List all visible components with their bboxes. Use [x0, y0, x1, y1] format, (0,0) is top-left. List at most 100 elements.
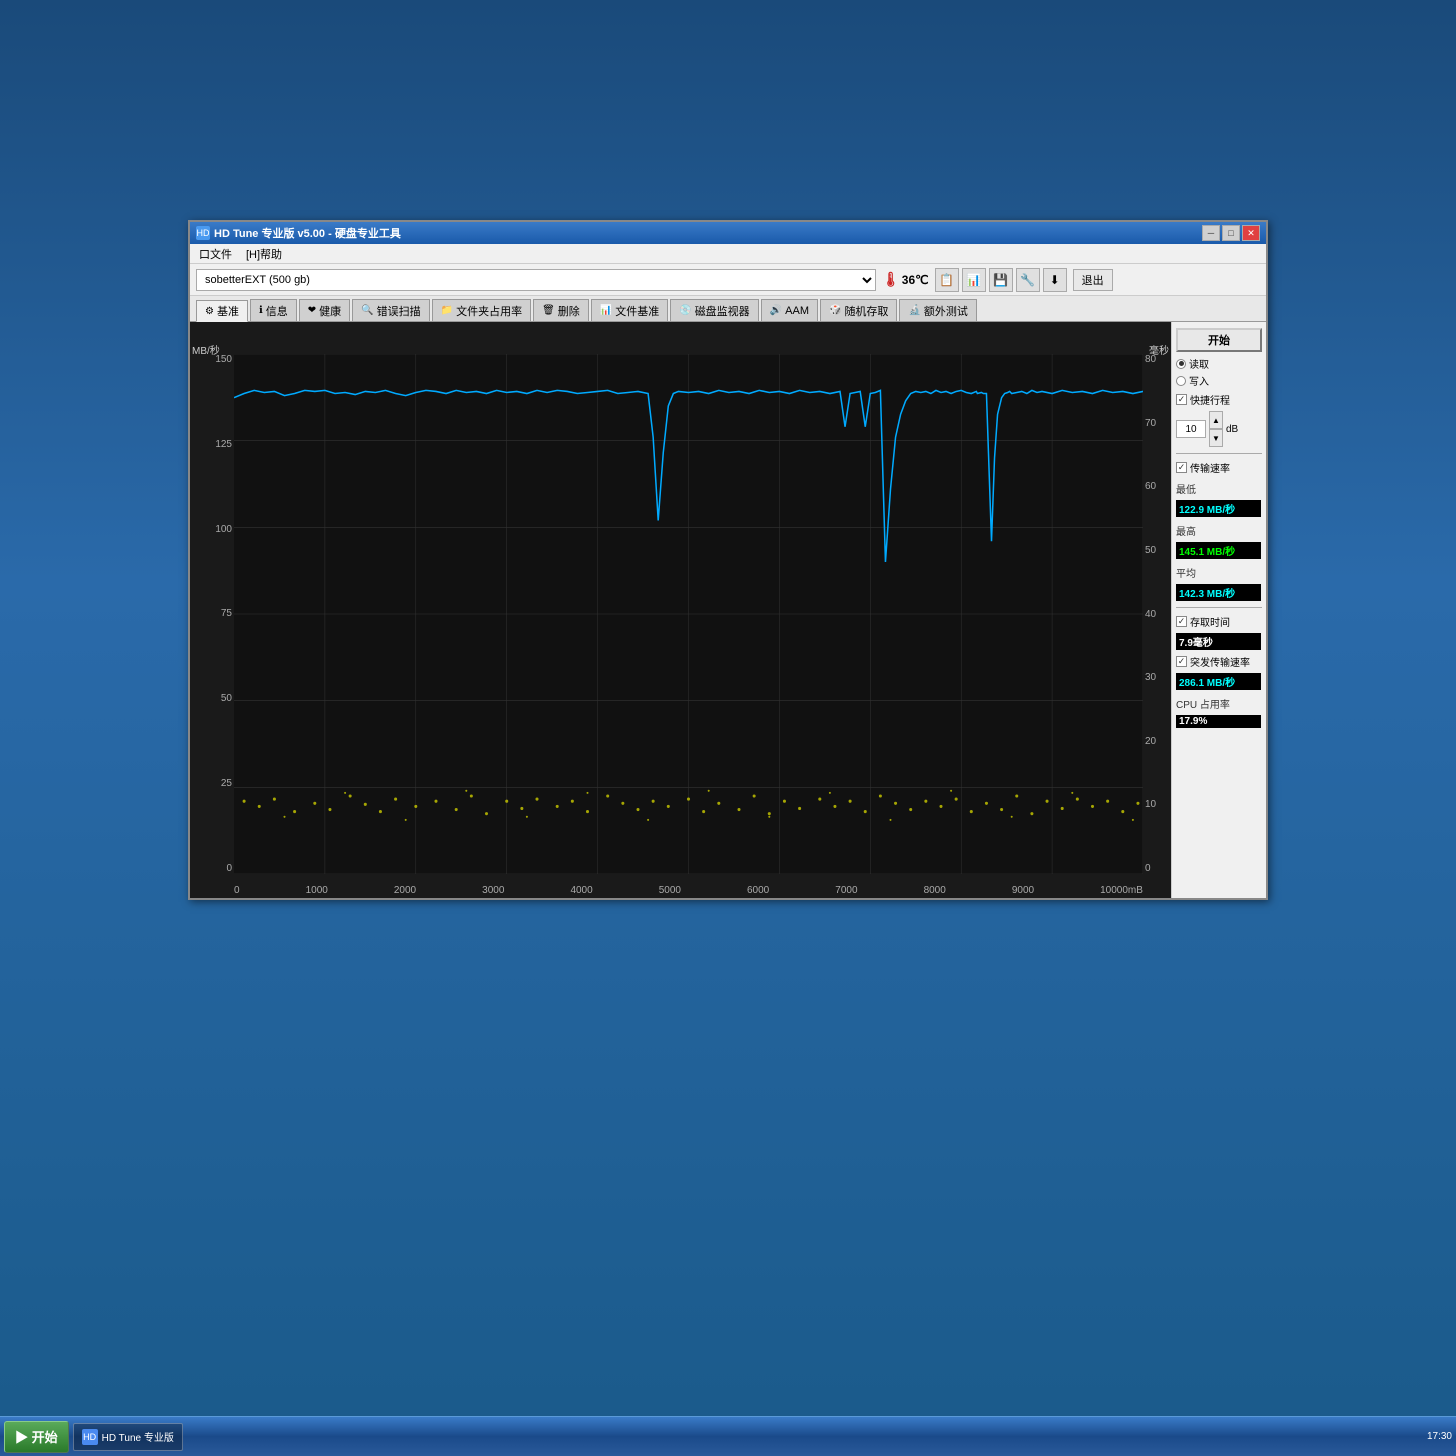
- y-label-150: 150: [215, 354, 232, 365]
- burst-checkbox-item[interactable]: ✓ 快捷行程: [1176, 392, 1262, 407]
- maximize-button[interactable]: □: [1222, 225, 1240, 241]
- toolbar: sobetterEXT (500 gb) 🌡 36℃ 📋 📊 💾 🔧 ⬇ 退出: [190, 264, 1266, 296]
- y-right-10: 10: [1145, 799, 1156, 810]
- tab-benchmark[interactable]: ⚙ 基准: [196, 300, 248, 322]
- drive-select[interactable]: sobetterEXT (500 gb): [196, 269, 876, 291]
- systray: 17:30: [1427, 1431, 1452, 1442]
- transfer-rate-checkbox[interactable]: ✓: [1176, 462, 1187, 473]
- benchmark-tab-icon: ⚙: [205, 306, 214, 317]
- info-tab-icon: ℹ: [259, 305, 263, 316]
- tab-extra-test[interactable]: 🔬 额外测试: [899, 299, 976, 321]
- access-time-checkbox-item[interactable]: ✓ 存取时间: [1176, 614, 1262, 629]
- y-axis-right: 80 70 60 50 40 30 20 10 0: [1143, 354, 1171, 874]
- thermometer-icon: 🌡: [882, 271, 900, 288]
- cpu-label: CPU 占用率: [1176, 696, 1262, 711]
- burst-rate-label: 突发传输速率: [1190, 654, 1250, 669]
- x-label-10000: 10000mB: [1100, 885, 1143, 896]
- cpu-value: 17.9%: [1176, 715, 1261, 728]
- y-label-75: 75: [221, 608, 232, 619]
- close-button[interactable]: ✕: [1242, 225, 1260, 241]
- access-time-checkbox[interactable]: ✓: [1176, 616, 1187, 627]
- burst-unit: dB: [1226, 424, 1238, 435]
- aam-tab-icon: 🔊: [770, 305, 782, 316]
- tab-info[interactable]: ℹ 信息: [250, 299, 297, 321]
- start-button[interactable]: 开始: [1176, 328, 1262, 352]
- tab-error-scan[interactable]: 🔍 错误扫描: [352, 299, 429, 321]
- access-time-value: 7.9毫秒: [1176, 633, 1261, 650]
- burst-rate-value: 286.1 MB/秒: [1176, 673, 1261, 690]
- temperature-value: 36℃: [902, 273, 929, 287]
- min-stat-value: 122.9 MB/秒: [1176, 500, 1261, 517]
- tab-health[interactable]: ❤ 健康: [299, 299, 350, 321]
- access-time-label: 存取时间: [1190, 614, 1230, 629]
- tab-file-benchmark[interactable]: 📊 文件基准: [591, 299, 668, 321]
- delete-tab-label: 删除: [558, 303, 580, 319]
- icon-btn-3[interactable]: 💾: [989, 268, 1013, 292]
- chart-area: MB/秒 毫秒 150 125 100 75 50 25 0 80 70 60: [190, 322, 1171, 898]
- icon-btn-5[interactable]: ⬇: [1043, 268, 1067, 292]
- taskbar-item-hdtune[interactable]: HD HD Tune 专业版: [73, 1423, 183, 1451]
- health-tab-label: 健康: [319, 303, 341, 319]
- taskbar-hdtune-icon: HD: [82, 1429, 98, 1445]
- read-radio[interactable]: [1176, 359, 1186, 369]
- tab-folder-usage[interactable]: 📁 文件夹占用率: [432, 299, 531, 321]
- temperature-display: 🌡 36℃: [882, 271, 929, 288]
- window-title: HD Tune 专业版 v5.00 - 硬盘专业工具: [214, 225, 401, 241]
- x-label-9000: 9000: [1012, 885, 1034, 896]
- write-radio-item[interactable]: 写入: [1176, 373, 1262, 388]
- y-right-30: 30: [1145, 672, 1156, 683]
- tab-delete[interactable]: 🗑 删除: [533, 299, 589, 321]
- avg-stat-label: 平均: [1176, 565, 1262, 580]
- transfer-rate-checkbox-item[interactable]: ✓ 传输速率: [1176, 460, 1262, 475]
- random-access-tab-label: 随机存取: [844, 303, 888, 319]
- title-buttons: ─ □ ✕: [1202, 225, 1260, 241]
- chart-svg: [234, 354, 1143, 874]
- burst-rate-checkbox-item[interactable]: ✓ 突发传输速率: [1176, 654, 1262, 669]
- y-label-100: 100: [215, 524, 232, 535]
- tab-aam[interactable]: 🔊 AAM: [761, 299, 818, 321]
- y-right-0: 0: [1145, 863, 1151, 874]
- max-stat-value: 145.1 MB/秒: [1176, 542, 1261, 559]
- toolbar-icons: 📋 📊 💾 🔧 ⬇: [935, 268, 1067, 292]
- y-label-0: 0: [226, 863, 232, 874]
- app-icon: HD: [196, 226, 210, 240]
- write-label: 写入: [1189, 373, 1209, 388]
- icon-btn-2[interactable]: 📊: [962, 268, 986, 292]
- avg-stat-value: 142.3 MB/秒: [1176, 584, 1261, 601]
- disk-monitor-tab-icon: 💿: [679, 305, 691, 316]
- file-benchmark-tab-icon: 📊: [600, 305, 612, 316]
- divider-1: [1176, 453, 1262, 454]
- icon-btn-4[interactable]: 🔧: [1016, 268, 1040, 292]
- health-tab-icon: ❤: [308, 305, 316, 316]
- exit-button[interactable]: 退出: [1073, 269, 1113, 291]
- icon-btn-1[interactable]: 📋: [935, 268, 959, 292]
- x-label-0: 0: [234, 885, 240, 896]
- error-scan-tab-label: 错误扫描: [377, 303, 421, 319]
- minimize-button[interactable]: ─: [1202, 225, 1220, 241]
- burst-input[interactable]: [1176, 420, 1206, 438]
- x-label-1000: 1000: [306, 885, 328, 896]
- read-radio-item[interactable]: 读取: [1176, 356, 1262, 371]
- y-right-60: 60: [1145, 481, 1156, 492]
- aam-tab-label: AAM: [785, 305, 809, 317]
- menu-help[interactable]: [H]帮助: [243, 245, 285, 263]
- y-label-50: 50: [221, 693, 232, 704]
- read-label: 读取: [1189, 356, 1209, 371]
- burst-spin-down[interactable]: ▼: [1209, 429, 1223, 447]
- x-axis-labels: 0 1000 2000 3000 4000 5000 6000 7000 800…: [234, 885, 1143, 896]
- write-radio[interactable]: [1176, 376, 1186, 386]
- x-label-7000: 7000: [835, 885, 857, 896]
- burst-checkbox[interactable]: ✓: [1176, 394, 1187, 405]
- start-menu-button[interactable]: ▶ 开始: [4, 1421, 69, 1453]
- y-label-25: 25: [221, 778, 232, 789]
- menu-file[interactable]: 口文件: [196, 245, 235, 263]
- y-right-70: 70: [1145, 418, 1156, 429]
- burst-input-row: ▲ ▼ dB: [1176, 411, 1262, 447]
- tab-disk-monitor[interactable]: 💿 磁盘监视器: [670, 299, 758, 321]
- systray-time: 17:30: [1427, 1431, 1452, 1442]
- burst-spin-up[interactable]: ▲: [1209, 411, 1223, 429]
- tab-random-access[interactable]: 🎲 随机存取: [820, 299, 897, 321]
- burst-spin-buttons: ▲ ▼: [1209, 411, 1223, 447]
- title-bar-left: HD HD Tune 专业版 v5.00 - 硬盘专业工具: [196, 225, 401, 241]
- burst-rate-checkbox[interactable]: ✓: [1176, 656, 1187, 667]
